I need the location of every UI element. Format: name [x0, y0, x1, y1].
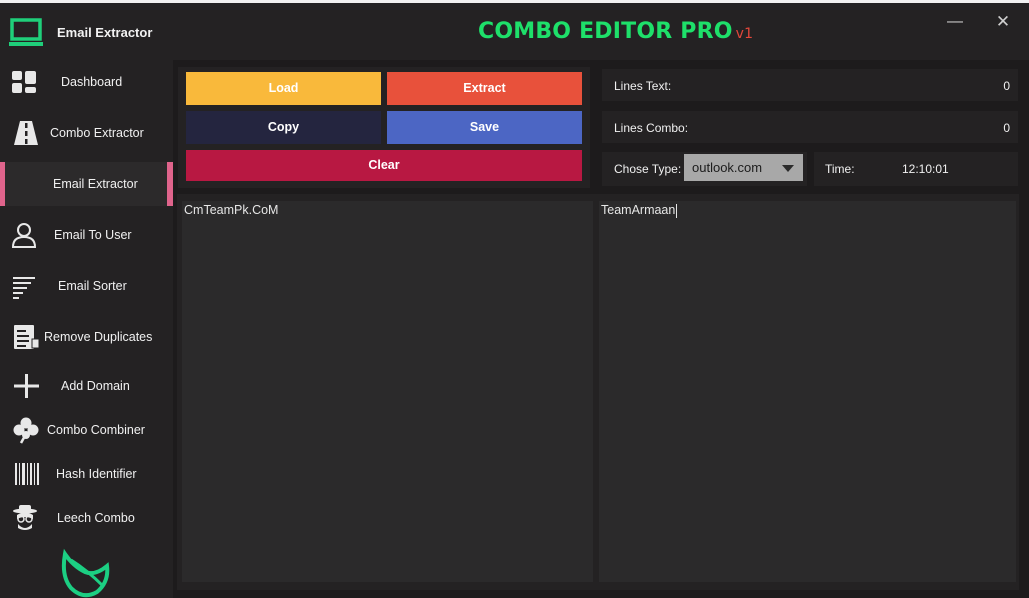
road-icon: [14, 121, 38, 145]
lines-text-label: Lines Text:: [614, 79, 672, 93]
brand-name: COMBO EDITOR PRO: [478, 19, 733, 44]
close-button[interactable]: ✕: [990, 11, 1016, 33]
type-select[interactable]: outlook.com: [684, 154, 803, 181]
sidebar-item-label: Remove Duplicates: [44, 330, 153, 344]
document-list-icon: [14, 325, 40, 349]
user-icon: [11, 223, 37, 248]
spy-icon: [13, 505, 37, 530]
sidebar-item-label: Email Extractor: [53, 177, 138, 191]
sidebar-item-combo-combiner[interactable]: Combo Combiner: [0, 408, 173, 452]
input-text-area[interactable]: CmTeamPk.CoM: [182, 201, 593, 582]
barcode-icon: [15, 463, 39, 485]
extract-button[interactable]: Extract: [387, 72, 582, 105]
lines-combo-label: Lines Combo:: [614, 121, 689, 135]
text-caret: [676, 203, 678, 218]
sidebar-item-label: Combo Extractor: [50, 126, 144, 140]
time-label: Time:: [825, 162, 855, 176]
version-label: v1: [735, 26, 754, 42]
sidebar-item-hash-identifier[interactable]: Hash Identifier: [0, 452, 173, 496]
active-indicator: [0, 162, 5, 206]
minimize-button[interactable]: —: [942, 11, 968, 33]
lines-text-value: 0: [1003, 79, 1010, 93]
sidebar-item-label: Email Sorter: [58, 279, 127, 293]
type-select-value: outlook.com: [692, 160, 763, 175]
lines-combo-box: Lines Combo: 0: [602, 111, 1018, 143]
title-bar[interactable]: Email Extractor COMBO EDITOR PRO v1 — ✕: [0, 3, 1029, 60]
window-title: Email Extractor: [57, 25, 153, 40]
sidebar-item-remove-duplicates[interactable]: Remove Duplicates: [0, 315, 173, 359]
lines-combo-value: 0: [1003, 121, 1010, 135]
time-value: 12:10:01: [902, 162, 949, 176]
sort-lines-icon: [13, 277, 35, 299]
output-text-area[interactable]: TeamArmaan: [599, 201, 1016, 582]
plus-icon: [14, 374, 39, 398]
sidebar-item-email-sorter[interactable]: Email Sorter: [0, 264, 173, 308]
leaf-logo-icon: [61, 548, 110, 598]
chevron-down-icon: [782, 165, 794, 172]
sidebar-item-label: Leech Combo: [57, 511, 135, 525]
output-text-content: TeamArmaan: [601, 203, 678, 218]
time-box: Time: 12:10:01: [814, 152, 1018, 186]
clover-icon: [13, 417, 39, 444]
sidebar: Dashboard Combo Extractor Email Extracto…: [0, 60, 173, 598]
copy-button[interactable]: Copy: [186, 111, 381, 144]
load-button[interactable]: Load: [186, 72, 381, 105]
clear-button[interactable]: Clear: [186, 150, 582, 181]
type-label: Chose Type:: [614, 162, 682, 176]
lines-text-box: Lines Text: 0: [602, 69, 1018, 101]
laptop-icon: [9, 18, 43, 46]
sidebar-item-combo-extractor[interactable]: Combo Extractor: [0, 111, 173, 155]
sidebar-item-leech-combo[interactable]: Leech Combo: [0, 496, 173, 540]
sidebar-item-label: Add Domain: [61, 379, 130, 393]
input-text-content: CmTeamPk.CoM: [184, 203, 279, 217]
output-text-value: TeamArmaan: [601, 203, 676, 217]
sidebar-item-label: Email To User: [54, 228, 132, 242]
dashboard-icon: [12, 71, 36, 93]
sidebar-item-email-to-user[interactable]: Email To User: [0, 213, 173, 257]
sidebar-item-label: Hash Identifier: [56, 467, 137, 481]
app-brand: COMBO EDITOR PRO v1: [478, 19, 753, 44]
sidebar-item-dashboard[interactable]: Dashboard: [0, 60, 173, 104]
sidebar-item-email-extractor[interactable]: Email Extractor: [0, 162, 173, 206]
save-button[interactable]: Save: [387, 111, 582, 144]
sidebar-item-add-domain[interactable]: Add Domain: [0, 364, 173, 408]
sidebar-item-label: Combo Combiner: [47, 423, 145, 437]
sidebar-item-label: Dashboard: [61, 75, 123, 89]
